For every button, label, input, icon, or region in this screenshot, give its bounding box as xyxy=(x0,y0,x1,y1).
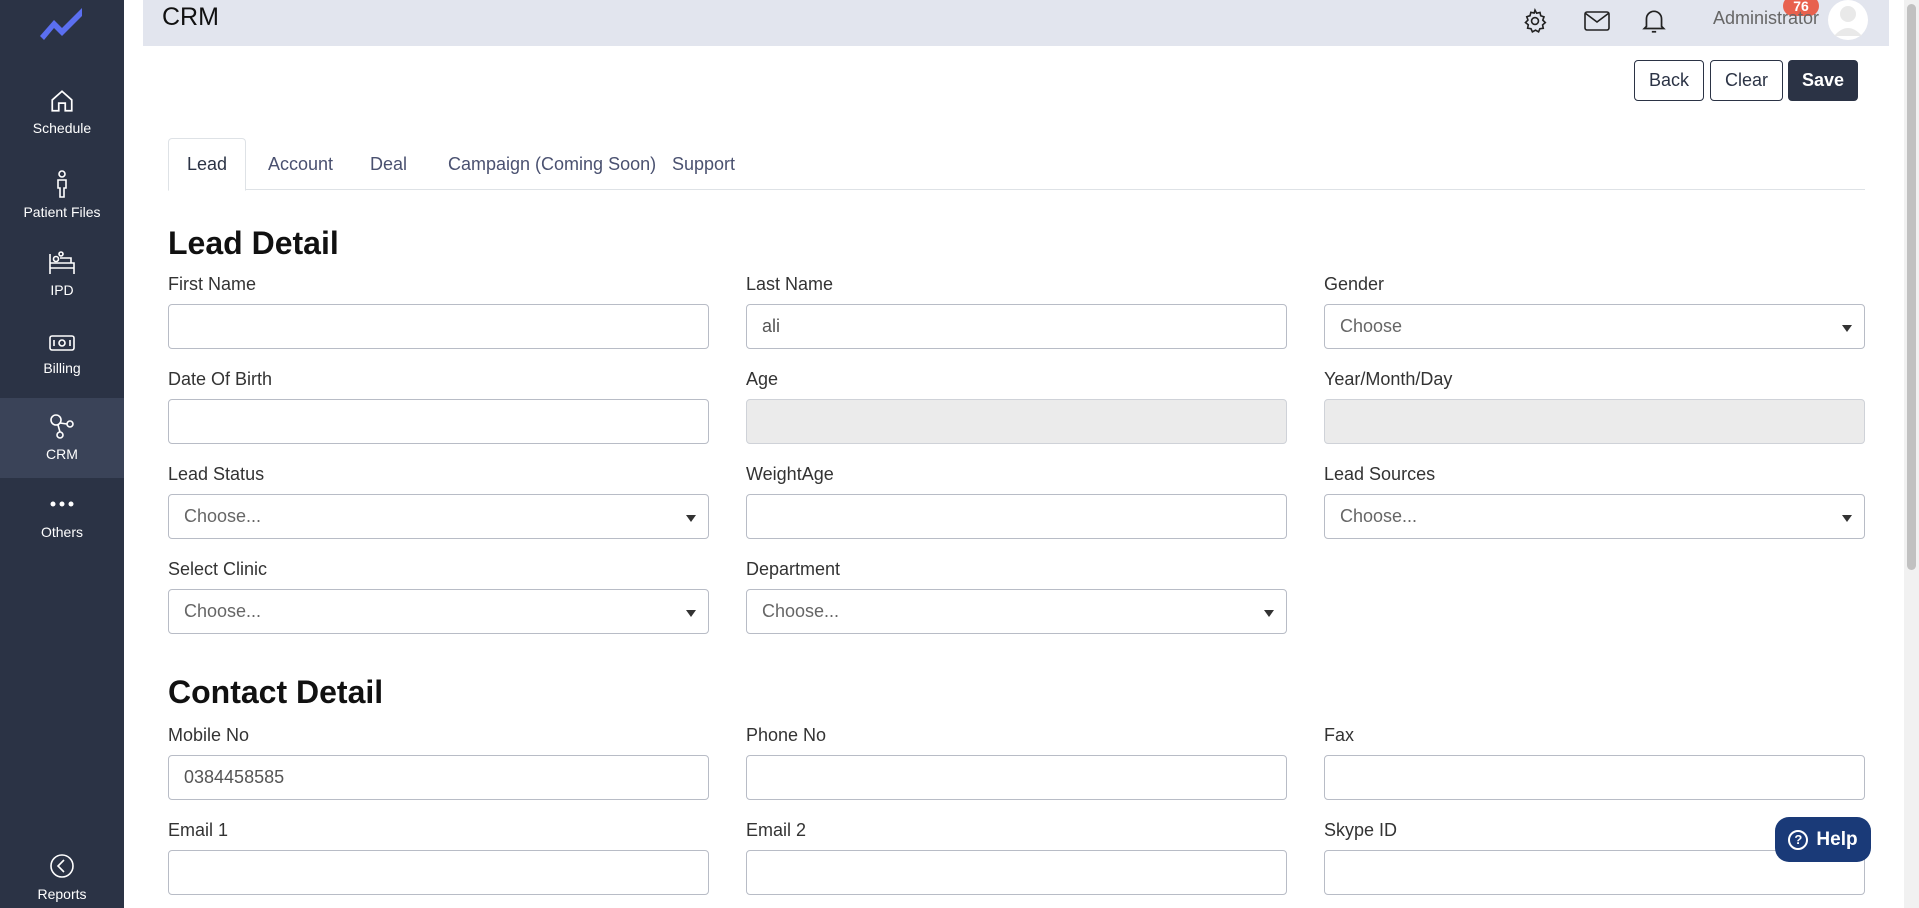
sidebar: Schedule Patient Files IPD Billing CRM O… xyxy=(0,0,124,908)
tab-deal[interactable]: Deal xyxy=(352,138,425,190)
clinic-select-value: Choose... xyxy=(184,601,262,621)
sidebar-item-label: IPD xyxy=(50,282,74,298)
back-button[interactable]: Back xyxy=(1634,60,1704,101)
gender-select[interactable]: Choose xyxy=(1324,304,1865,349)
fax-label: Fax xyxy=(1324,725,1355,745)
lead-status-select-value: Choose... xyxy=(184,506,262,526)
age-label: Age xyxy=(746,369,779,389)
lead-sources-label: Lead Sources xyxy=(1324,464,1436,484)
fax-input[interactable] xyxy=(1324,755,1865,800)
weightage-input[interactable] xyxy=(746,494,1287,539)
tab-account[interactable]: Account xyxy=(250,138,351,190)
crm-network-icon xyxy=(50,414,74,439)
clinic-label: Select Clinic xyxy=(168,559,268,579)
crm-tabs: Lead Account Deal Campaign (Coming Soon)… xyxy=(168,138,1865,191)
sidebar-item-ipd[interactable]: IPD xyxy=(0,250,124,310)
ymd-label: Year/Month/Day xyxy=(1324,369,1453,389)
tab-lead[interactable]: Lead xyxy=(168,138,247,191)
department-select-value: Choose... xyxy=(762,601,840,621)
gender-select-value: Choose xyxy=(1340,316,1403,336)
sidebar-item-schedule[interactable]: Schedule xyxy=(0,88,124,150)
mobile-input[interactable]: 0384458585 xyxy=(168,755,709,800)
sidebar-item-label: Reports xyxy=(37,886,87,902)
bell-icon[interactable] xyxy=(1639,6,1669,36)
mail-icon[interactable] xyxy=(1582,6,1612,36)
first-name-input[interactable] xyxy=(168,304,709,349)
phone-input[interactable] xyxy=(746,755,1287,800)
email2-label: Email 2 xyxy=(746,820,807,840)
contact-detail-heading: Contact Detail xyxy=(168,674,384,710)
sidebar-item-label: Billing xyxy=(43,360,81,376)
sidebar-item-billing[interactable]: Billing xyxy=(0,332,124,392)
sidebar-item-label: CRM xyxy=(46,446,78,462)
sidebar-item-label: Patient Files xyxy=(23,204,101,220)
last-name-label: Last Name xyxy=(746,274,834,294)
department-select[interactable]: Choose... xyxy=(746,589,1287,634)
dob-label: Date Of Birth xyxy=(168,369,273,389)
help-label: Help xyxy=(1816,828,1858,850)
ymd-input xyxy=(1324,399,1865,444)
page-title: CRM xyxy=(162,3,219,31)
lead-sources-select[interactable]: Choose... xyxy=(1324,494,1865,539)
hospital-bed-icon xyxy=(49,251,75,274)
weightage-label: WeightAge xyxy=(746,464,834,484)
question-circle-icon: ? xyxy=(1788,829,1809,850)
tab-support[interactable]: Support xyxy=(654,138,753,190)
tab-campaign[interactable]: Campaign (Coming Soon) xyxy=(430,138,674,190)
chevron-left-circle-icon xyxy=(50,854,74,878)
sidebar-item-others[interactable]: Others xyxy=(0,492,124,542)
more-dots-icon xyxy=(50,501,74,507)
sidebar-item-crm[interactable]: CRM xyxy=(0,398,124,478)
clear-button[interactable]: Clear xyxy=(1710,60,1783,101)
sidebar-item-label: Schedule xyxy=(32,120,92,136)
money-icon xyxy=(49,335,75,351)
last-name-input[interactable]: ali xyxy=(746,304,1287,349)
mobile-label: Mobile No xyxy=(168,725,250,745)
settings-gear-icon[interactable] xyxy=(1520,6,1550,36)
clinic-select[interactable]: Choose... xyxy=(168,589,709,634)
gender-label: Gender xyxy=(1324,274,1385,294)
app-logo-icon[interactable] xyxy=(38,6,86,40)
top-header: CRM 76 Administrator xyxy=(143,0,1889,46)
lead-status-select[interactable]: Choose... xyxy=(168,494,709,539)
home-icon xyxy=(51,90,73,112)
sidebar-item-patient-files[interactable]: Patient Files xyxy=(0,170,124,232)
user-name[interactable]: Administrator xyxy=(1713,8,1819,29)
sidebar-item-label: Others xyxy=(40,524,83,540)
help-button[interactable]: ? Help xyxy=(1775,817,1871,862)
lead-detail-heading: Lead Detail xyxy=(168,225,339,261)
age-input xyxy=(746,399,1287,444)
skype-label: Skype ID xyxy=(1324,820,1398,840)
lead-sources-select-value: Choose... xyxy=(1340,506,1418,526)
email2-input[interactable] xyxy=(746,850,1287,895)
scrollbar-thumb[interactable] xyxy=(1907,4,1916,570)
sidebar-item-reports[interactable]: Reports xyxy=(0,852,124,908)
email1-input[interactable] xyxy=(168,850,709,895)
phone-label: Phone No xyxy=(746,725,827,745)
patient-icon xyxy=(57,170,67,198)
avatar[interactable] xyxy=(1826,0,1870,40)
department-label: Department xyxy=(746,559,841,579)
save-button[interactable]: Save xyxy=(1788,60,1858,101)
page-scrollbar[interactable] xyxy=(1904,0,1919,908)
lead-status-label: Lead Status xyxy=(168,464,265,484)
dob-input[interactable] xyxy=(168,399,709,444)
email1-label: Email 1 xyxy=(168,820,229,840)
first-name-label: First Name xyxy=(168,274,257,294)
